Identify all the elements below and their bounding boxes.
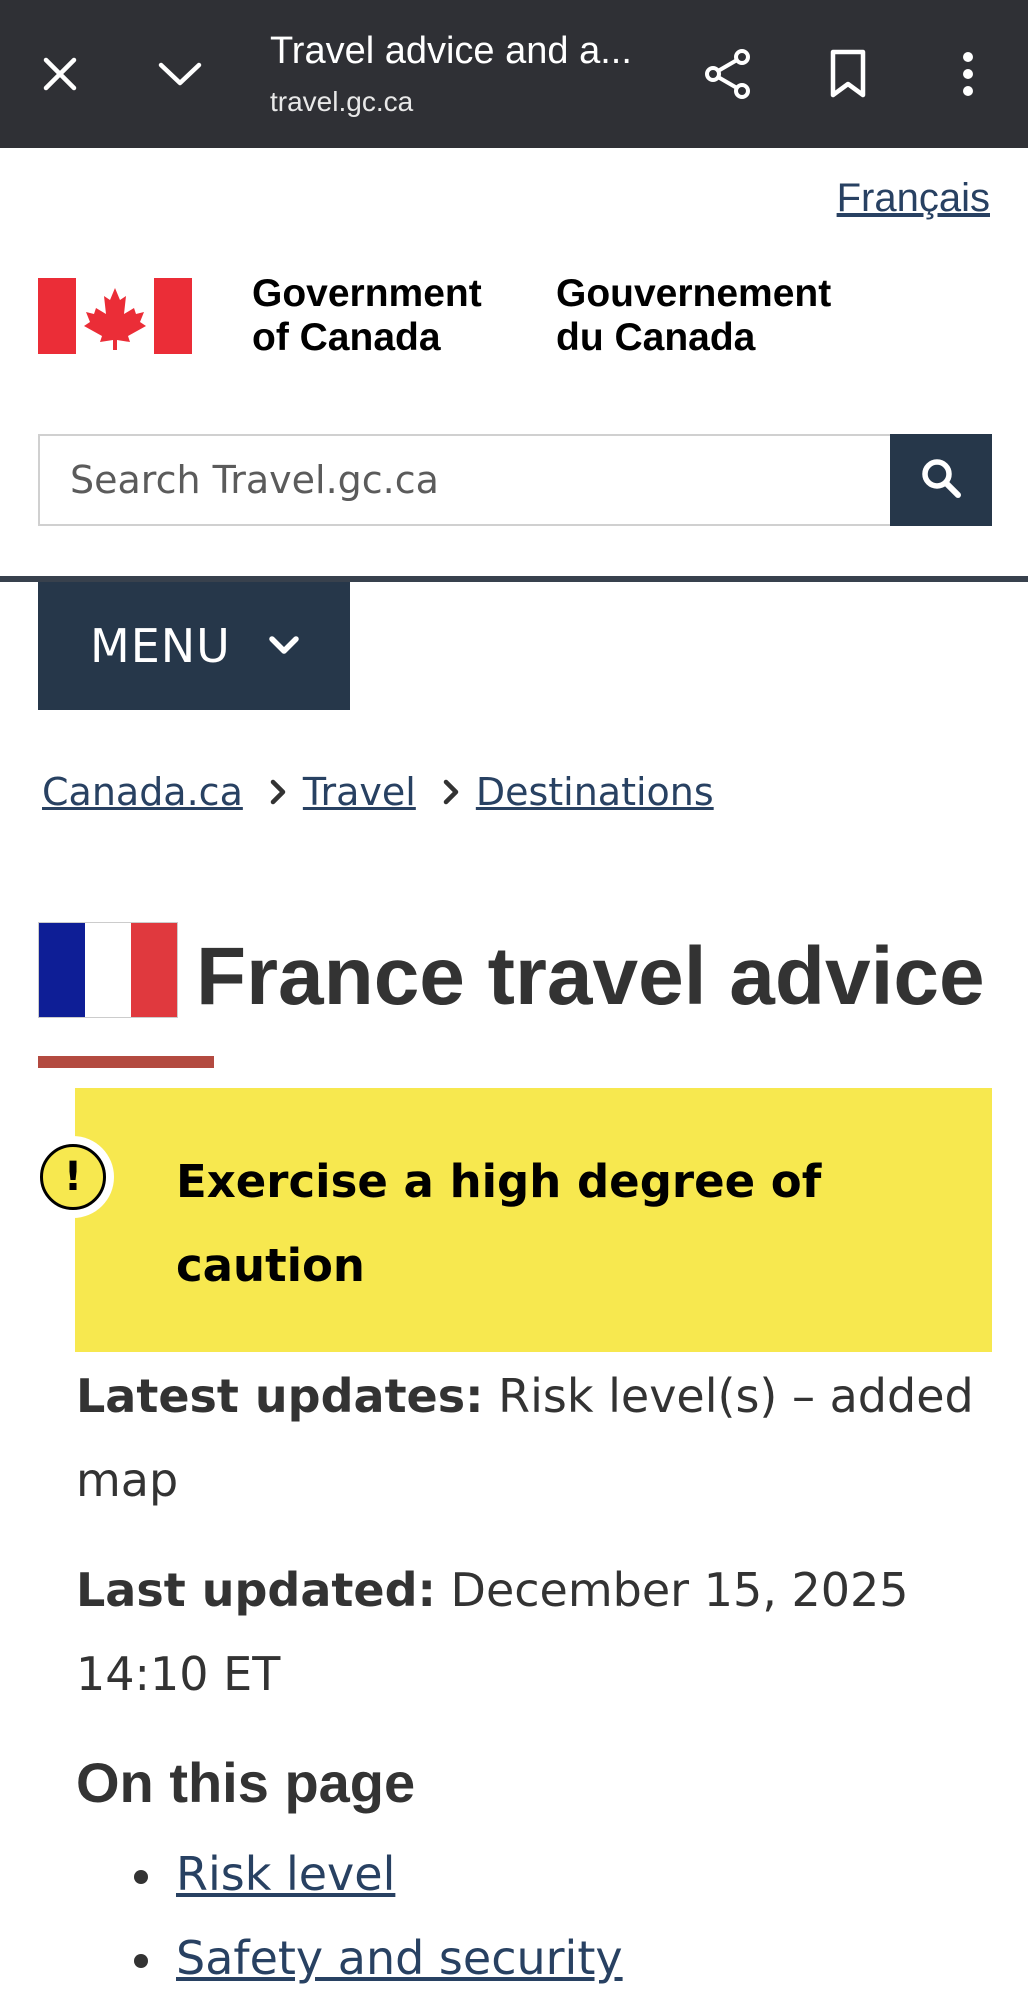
chevron-right-icon	[269, 779, 287, 805]
menu-button[interactable]: MENU	[38, 582, 350, 710]
signature-french[interactable]: Gouvernement du Canada	[556, 272, 831, 360]
more-options-button[interactable]	[932, 40, 1004, 112]
search-form	[38, 434, 992, 526]
canada-flag-icon[interactable]	[38, 278, 192, 354]
last-updated-label: Last updated:	[76, 1563, 436, 1617]
page-title: France travel advice	[196, 931, 985, 1022]
close-tab-button[interactable]	[24, 40, 96, 112]
warning-exclamation-icon: !	[32, 1136, 114, 1218]
on-this-page-list: Risk level Safety and security	[134, 1832, 623, 2000]
share-button[interactable]	[692, 40, 764, 112]
search-button[interactable]	[890, 434, 992, 526]
signature-fr-line1: Gouvernement	[556, 272, 832, 315]
chevron-right-icon	[442, 779, 460, 805]
search-input[interactable]	[38, 434, 890, 526]
latest-updates-label: Latest updates:	[76, 1369, 484, 1423]
bookmark-icon	[828, 49, 868, 103]
signature-en-line2: of Canada	[252, 316, 441, 359]
signature-english[interactable]: Government of Canada	[252, 272, 482, 360]
signature-fr-line2: du Canada	[556, 316, 756, 359]
breadcrumb: Canada.ca Travel Destinations	[42, 770, 714, 814]
toc-link-risk-level[interactable]: Risk level	[176, 1847, 395, 1901]
latest-updates: Latest updates: Risk level(s) – added ma…	[76, 1354, 976, 1522]
list-item: Safety and security	[134, 1916, 623, 2000]
breadcrumb-link-travel[interactable]: Travel	[303, 770, 416, 814]
share-icon	[703, 48, 753, 104]
list-item: Risk level	[134, 1832, 623, 1916]
browser-toolbar: Travel advice and a... travel.gc.ca	[0, 0, 1028, 148]
more-vert-icon	[961, 51, 975, 101]
last-updated: Last updated: December 15, 2025 14:10 ET	[76, 1548, 976, 1716]
toc-link-safety-security[interactable]: Safety and security	[176, 1931, 623, 1985]
search-icon	[919, 456, 963, 504]
close-icon	[40, 54, 80, 98]
chevron-down-icon	[157, 59, 203, 93]
breadcrumb-link-destinations[interactable]: Destinations	[476, 770, 714, 814]
language-toggle-link[interactable]: Français	[837, 176, 990, 221]
browser-url[interactable]: travel.gc.ca	[270, 86, 413, 118]
minimize-tab-button[interactable]	[144, 40, 216, 112]
menu-label: MENU	[90, 619, 231, 673]
breadcrumb-link-canada[interactable]: Canada.ca	[42, 770, 243, 814]
browser-page-title: Travel advice and a...	[270, 30, 632, 72]
chevron-down-icon	[269, 636, 299, 656]
bookmark-button[interactable]	[812, 40, 884, 112]
signature-en-line1: Government	[252, 272, 482, 315]
france-flag-icon	[38, 922, 178, 1018]
risk-level-text: Exercise a high degree of caution	[176, 1155, 822, 1292]
on-this-page-heading: On this page	[76, 1751, 416, 1814]
title-underline	[38, 1056, 214, 1068]
